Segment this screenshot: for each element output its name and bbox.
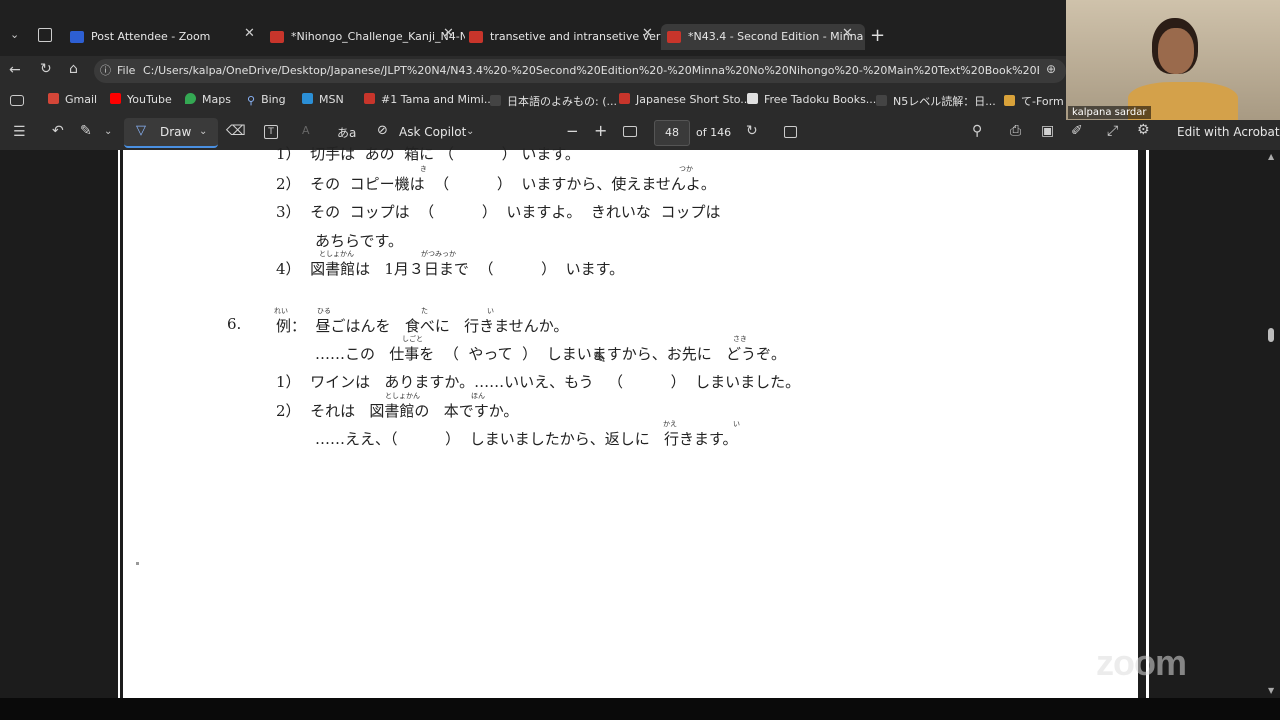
- copilot-icon: ⊘: [377, 123, 388, 138]
- url-scheme: File: [117, 64, 136, 77]
- ruby-tsuka: つか: [679, 165, 693, 173]
- zoom-out-icon[interactable]: −: [566, 122, 579, 140]
- draw-dropdown-chevron-icon[interactable]: ⌄: [199, 126, 207, 137]
- pdf-favicon-icon: [667, 31, 681, 43]
- tab-close-icon[interactable]: ✕: [842, 26, 853, 41]
- bottom-bar: [0, 698, 1280, 720]
- info-icon[interactable]: ⓘ: [100, 62, 111, 78]
- zoom-magnifier-icon[interactable]: ⊕: [1046, 62, 1056, 76]
- search-icon: ⚲: [247, 94, 256, 107]
- exercise-line-3-cont: あちらです。: [315, 232, 404, 250]
- scroll-up-icon[interactable]: ▲: [1268, 152, 1274, 161]
- new-tab-icon[interactable]: +: [870, 25, 885, 46]
- tab-close-icon[interactable]: ✕: [642, 26, 653, 41]
- bookmark-favicon-icon: [490, 95, 501, 106]
- pdf-favicon-icon: [270, 31, 284, 43]
- zoom-in-icon[interactable]: +: [594, 121, 607, 140]
- settings-gear-icon[interactable]: ⚙: [1137, 122, 1150, 138]
- save-icon[interactable]: ▣: [1041, 123, 1054, 139]
- fit-page-icon[interactable]: [623, 126, 637, 137]
- copilot-dropdown-chevron-icon[interactable]: ⌄: [466, 126, 474, 137]
- page-number-value: 48: [665, 126, 679, 139]
- workspaces-icon[interactable]: [38, 28, 52, 42]
- scrollbar[interactable]: [1266, 150, 1280, 698]
- gmail-icon: [48, 93, 59, 104]
- youtube-icon: [110, 93, 121, 104]
- scan-speck: [136, 562, 139, 565]
- back-icon[interactable]: ←: [9, 62, 21, 78]
- maps-icon: [185, 93, 196, 104]
- bookmark-favicon-icon: [747, 93, 758, 104]
- bookmark-favicon-icon: [1004, 95, 1015, 106]
- page-count: of 146: [696, 126, 732, 139]
- bookmark-te-form[interactable]: て-Form Pr: [1004, 93, 1066, 109]
- highlight-dropdown-chevron-icon[interactable]: ⌄: [104, 126, 112, 137]
- pdf-page: 1） 切手は あの 箱に （ ） います。 き 2） その コピー機は （ ） …: [123, 145, 1138, 698]
- erase-icon[interactable]: ⌫: [226, 123, 246, 139]
- search-icon[interactable]: ⚲: [972, 123, 982, 139]
- exercise-line-3: 3） その コップは （ ） いますよ。 きれいな コップは: [276, 203, 721, 221]
- scroll-down-icon[interactable]: ▼: [1268, 686, 1274, 695]
- read-aloud-icon: A: [302, 124, 310, 137]
- bookmark-msn[interactable]: MSN: [302, 93, 344, 106]
- tab-close-icon[interactable]: ✕: [443, 26, 454, 41]
- zoom-watermark-logo: zoom: [1096, 642, 1187, 683]
- bookmark-youtube[interactable]: YouTube: [110, 93, 172, 106]
- question-6-item-1: 1） ワインは ありますか。……いいえ、もう （ ） しまいました。: [276, 373, 801, 391]
- draw-label: Draw: [160, 125, 192, 139]
- bookmark-gmail[interactable]: Gmail: [48, 93, 97, 106]
- bookmark-nihongo-yomimono[interactable]: 日本語のよみもの: (...: [490, 93, 617, 109]
- exercise-line-2: 2） その コピー機は （ ） いますから、使えませんよ。: [276, 175, 716, 193]
- rotate-icon[interactable]: ↻: [746, 123, 758, 139]
- exercise-line-4: 4） 図書館は 1月３日まで （ ） います。: [276, 260, 625, 278]
- fullscreen-icon[interactable]: ⤢: [1107, 123, 1118, 139]
- bookmark-n5-reading[interactable]: N5レベル読解：日...: [876, 93, 996, 109]
- edit-with-acrobat-button[interactable]: Edit with Acrobat: [1177, 125, 1280, 139]
- bookmark-favicon-icon: [619, 93, 630, 104]
- tab-minna-no-nihongo[interactable]: *N43.4 - Second Edition - Minna N: [661, 24, 865, 50]
- bookmark-bing[interactable]: ⚲ Bing: [247, 93, 286, 107]
- highlight-icon[interactable]: ✎: [80, 123, 92, 139]
- tab-post-attendee-zoom[interactable]: Post Attendee - Zoom: [64, 24, 268, 50]
- example-question: 例： 昼ごはんを 食べに 行きませんか。: [276, 317, 569, 335]
- tab-transitive-verbs[interactable]: transetive and intransetive verbs.p: [463, 24, 664, 50]
- page-view-icon[interactable]: [784, 126, 797, 138]
- scrollbar-thumb[interactable]: [1268, 328, 1274, 342]
- pdf-favicon-icon: [469, 31, 483, 43]
- zoom-favicon-icon: [70, 31, 84, 43]
- exercise-line-1: 1） 切手は あの 箱に （ ） います。: [276, 145, 580, 163]
- save-as-icon[interactable]: ✐: [1071, 123, 1083, 139]
- bookmark-favicon-icon: [876, 95, 887, 106]
- question-6-number: 6.: [227, 315, 242, 333]
- text-box-icon[interactable]: T: [264, 125, 278, 139]
- translate-icon[interactable]: あa: [337, 124, 356, 141]
- participant-name-label: kalpana sardar: [1068, 106, 1151, 119]
- ask-copilot-button[interactable]: Ask Copilot: [399, 125, 466, 139]
- msn-icon: [302, 93, 313, 104]
- refresh-icon[interactable]: ↻: [40, 61, 52, 77]
- print-icon[interactable]: ⎙: [1010, 123, 1021, 139]
- bookmark-maps[interactable]: Maps: [185, 93, 231, 106]
- tab-close-icon[interactable]: ✕: [244, 26, 255, 41]
- pen-cursor-icon: ✎: [593, 348, 607, 367]
- question-6-item-2-answer: ……ええ、（ ） しまいましたから、返しに 行きます。: [315, 430, 738, 448]
- contents-list-icon[interactable]: ☰: [13, 124, 26, 140]
- undo-icon[interactable]: ↶: [52, 123, 64, 139]
- draw-icon: ▽: [136, 123, 146, 138]
- next-page-edge: [1146, 150, 1149, 698]
- participant-video: [1066, 0, 1280, 120]
- bookmark-japanese-short-stories[interactable]: Japanese Short Sto...: [619, 93, 751, 106]
- page-left-edge: [118, 150, 120, 698]
- bookmark-tadoku-books[interactable]: Free Tadoku Books...: [747, 93, 876, 106]
- question-6-item-2: 2） それは 図書館の 本ですか。: [276, 402, 519, 420]
- example-answer: ……この 仕事を （ やって ） しまいますから、お先に どうぞ。: [315, 345, 787, 363]
- tab-nihongo-challenge[interactable]: *Nihongo_Challenge_Kanji_N4-N5: [264, 24, 465, 50]
- bookmarks-menu-icon[interactable]: [10, 95, 24, 106]
- tab-actions-chevron-icon[interactable]: ⌄: [10, 28, 19, 41]
- home-icon[interactable]: ⌂: [69, 61, 78, 77]
- bookmark-favicon-icon: [364, 93, 375, 104]
- url-text[interactable]: C:/Users/kalpa/OneDrive/Desktop/Japanese…: [143, 64, 1039, 77]
- bookmark-tama-mimi[interactable]: #1 Tama and Mimi...: [364, 93, 494, 106]
